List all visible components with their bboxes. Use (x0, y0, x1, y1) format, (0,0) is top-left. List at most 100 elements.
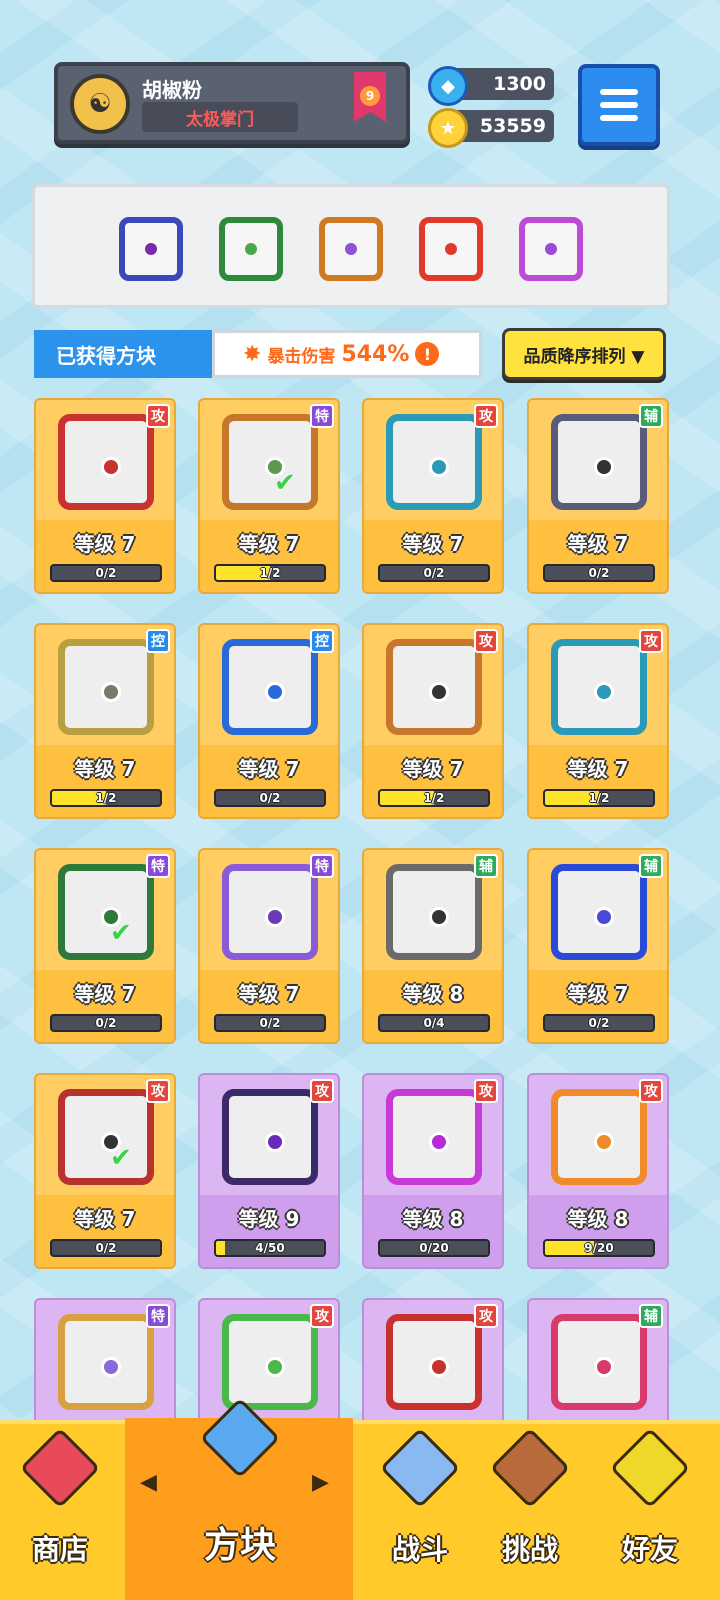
progress-text: 0/2 (588, 1016, 610, 1030)
block-type-tag: 攻 (310, 1304, 334, 1328)
upgrade-progress-bar: 0/2 (543, 1014, 655, 1032)
block-card[interactable]: 攻等级 8 9/20 (527, 1073, 669, 1269)
block-art-icon (222, 414, 318, 510)
block-card[interactable]: 特等级 7 0/2 (198, 848, 340, 1044)
block-art-icon (386, 1089, 482, 1185)
block-core-dot (265, 682, 285, 702)
crit-damage-stat[interactable]: ✸ 暴击伤害 544% ! (212, 330, 482, 378)
progress-text: 1/2 (588, 791, 610, 805)
player-name: 胡椒粉 (142, 78, 202, 102)
block-level: 等级 7 (74, 532, 136, 556)
block-core-dot (101, 1357, 121, 1377)
swirl-block-icon[interactable] (519, 217, 583, 281)
block-card[interactable]: 攻等级 8 0/20 (362, 1073, 504, 1269)
block-card[interactable]: 控等级 7 1/2 (34, 623, 176, 819)
block-type-tag: 攻 (639, 1079, 663, 1103)
rank-badge-icon: 9 (354, 72, 386, 122)
block-core-dot (545, 243, 557, 255)
progress-text: 0/20 (419, 1241, 449, 1255)
block-level: 等级 8 (567, 1207, 629, 1231)
block-level: 等级 7 (567, 757, 629, 781)
upgrade-progress-bar: 0/20 (378, 1239, 490, 1257)
block-art-icon (58, 1089, 154, 1185)
upgrade-progress-bar: 0/2 (378, 564, 490, 582)
nav-label: 方块 (203, 1525, 276, 1566)
nav-tab-block[interactable]: 方块 (180, 1397, 300, 1588)
equipped-check-icon: ✔ (110, 1143, 132, 1173)
upgrade-progress-bar: 0/2 (543, 564, 655, 582)
block-type-tag: 攻 (146, 1079, 170, 1103)
block-card[interactable]: ✔ 攻等级 7 0/2 (34, 1073, 176, 1269)
block-type-tag: 控 (310, 629, 334, 653)
progress-text: 0/2 (423, 566, 445, 580)
block-type-tag: 控 (146, 629, 170, 653)
block-card[interactable]: ✔ 特等级 7 0/2 (34, 848, 176, 1044)
rank-number: 9 (360, 86, 380, 106)
nav-tab-friends[interactable]: 好友 (590, 1420, 710, 1588)
block-card[interactable]: 辅等级 7 0/2 (527, 398, 669, 594)
saw-block-icon[interactable] (119, 217, 183, 281)
menu-button[interactable] (578, 64, 660, 146)
block-type-tag: 攻 (474, 1304, 498, 1328)
block-type-tag: 攻 (310, 1079, 334, 1103)
block-card[interactable]: 攻等级 9 4/50 (198, 1073, 340, 1269)
block-art-icon (551, 414, 647, 510)
block-core-dot (345, 243, 357, 255)
nav-tab-battle[interactable]: 战斗 (360, 1420, 480, 1588)
block-card[interactable]: 攻等级 7 0/2 (34, 398, 176, 594)
vine-block-icon[interactable] (219, 217, 283, 281)
equipped-check-icon: ✔ (274, 468, 296, 498)
block-art-icon (58, 414, 154, 510)
block-art-icon (551, 1089, 647, 1185)
menu-icon-line (600, 89, 638, 95)
block-core-dot (594, 907, 614, 927)
block-type-tag: 攻 (474, 404, 498, 428)
block-card[interactable]: 辅等级 7 0/2 (527, 848, 669, 1044)
block-core-dot (265, 1132, 285, 1152)
battle-icon (379, 1427, 461, 1509)
nav-tab-shop[interactable]: 商店 (0, 1420, 120, 1588)
block-type-tag: 攻 (639, 629, 663, 653)
upgrade-progress-bar: 0/4 (378, 1014, 490, 1032)
gem-icon: ◆ (428, 66, 468, 106)
avatar[interactable]: ☯ (70, 74, 130, 134)
progress-text: 0/2 (95, 566, 117, 580)
block-core-dot (429, 457, 449, 477)
block-level: 等级 7 (238, 532, 300, 556)
sort-dropdown[interactable]: 品质降序排列 ▼ (502, 328, 666, 380)
fire-block-icon[interactable] (419, 217, 483, 281)
upgrade-progress-bar: 4/50 (214, 1239, 326, 1257)
block-art-icon (58, 1314, 154, 1410)
block-core-dot (429, 1357, 449, 1377)
upgrade-progress-bar: 1/2 (378, 789, 490, 807)
nav-next-arrow[interactable]: ▶ (312, 1470, 329, 1495)
block-card[interactable]: 攻等级 7 1/2 (362, 623, 504, 819)
block-card[interactable]: 攻等级 7 0/2 (362, 398, 504, 594)
block-core-dot (594, 457, 614, 477)
info-icon[interactable]: ! (415, 342, 440, 366)
player-profile-panel[interactable]: ☯ 胡椒粉 太极掌门 9 (54, 62, 410, 144)
block-level: 等级 7 (567, 532, 629, 556)
coin-icon: ★ (428, 108, 468, 148)
infinity-block-icon[interactable] (319, 217, 383, 281)
block-level: 等级 7 (74, 982, 136, 1006)
nav-label: 好友 (621, 1533, 678, 1566)
block-art-icon (222, 1089, 318, 1185)
nav-prev-arrow[interactable]: ◀ (140, 1470, 157, 1495)
nav-tab-challenge[interactable]: 挑战 (470, 1420, 590, 1588)
block-type-tag: 辅 (639, 1304, 663, 1328)
block-card[interactable]: 攻等级 7 1/2 (527, 623, 669, 819)
block-core-dot (265, 1357, 285, 1377)
player-sect-title: 太极掌门 (142, 102, 298, 132)
block-type-tag: 辅 (639, 854, 663, 878)
progress-text: 4/50 (255, 1241, 285, 1255)
block-level: 等级 7 (74, 757, 136, 781)
progress-text: 1/2 (95, 791, 117, 805)
block-art-icon (386, 639, 482, 735)
block-art-icon (386, 414, 482, 510)
block-card[interactable]: ✔ 特等级 7 1/2 (198, 398, 340, 594)
crit-icon: ✸ (243, 341, 262, 367)
block-card[interactable]: 辅等级 8 0/4 (362, 848, 504, 1044)
block-core-dot (101, 682, 121, 702)
block-card[interactable]: 控等级 7 0/2 (198, 623, 340, 819)
